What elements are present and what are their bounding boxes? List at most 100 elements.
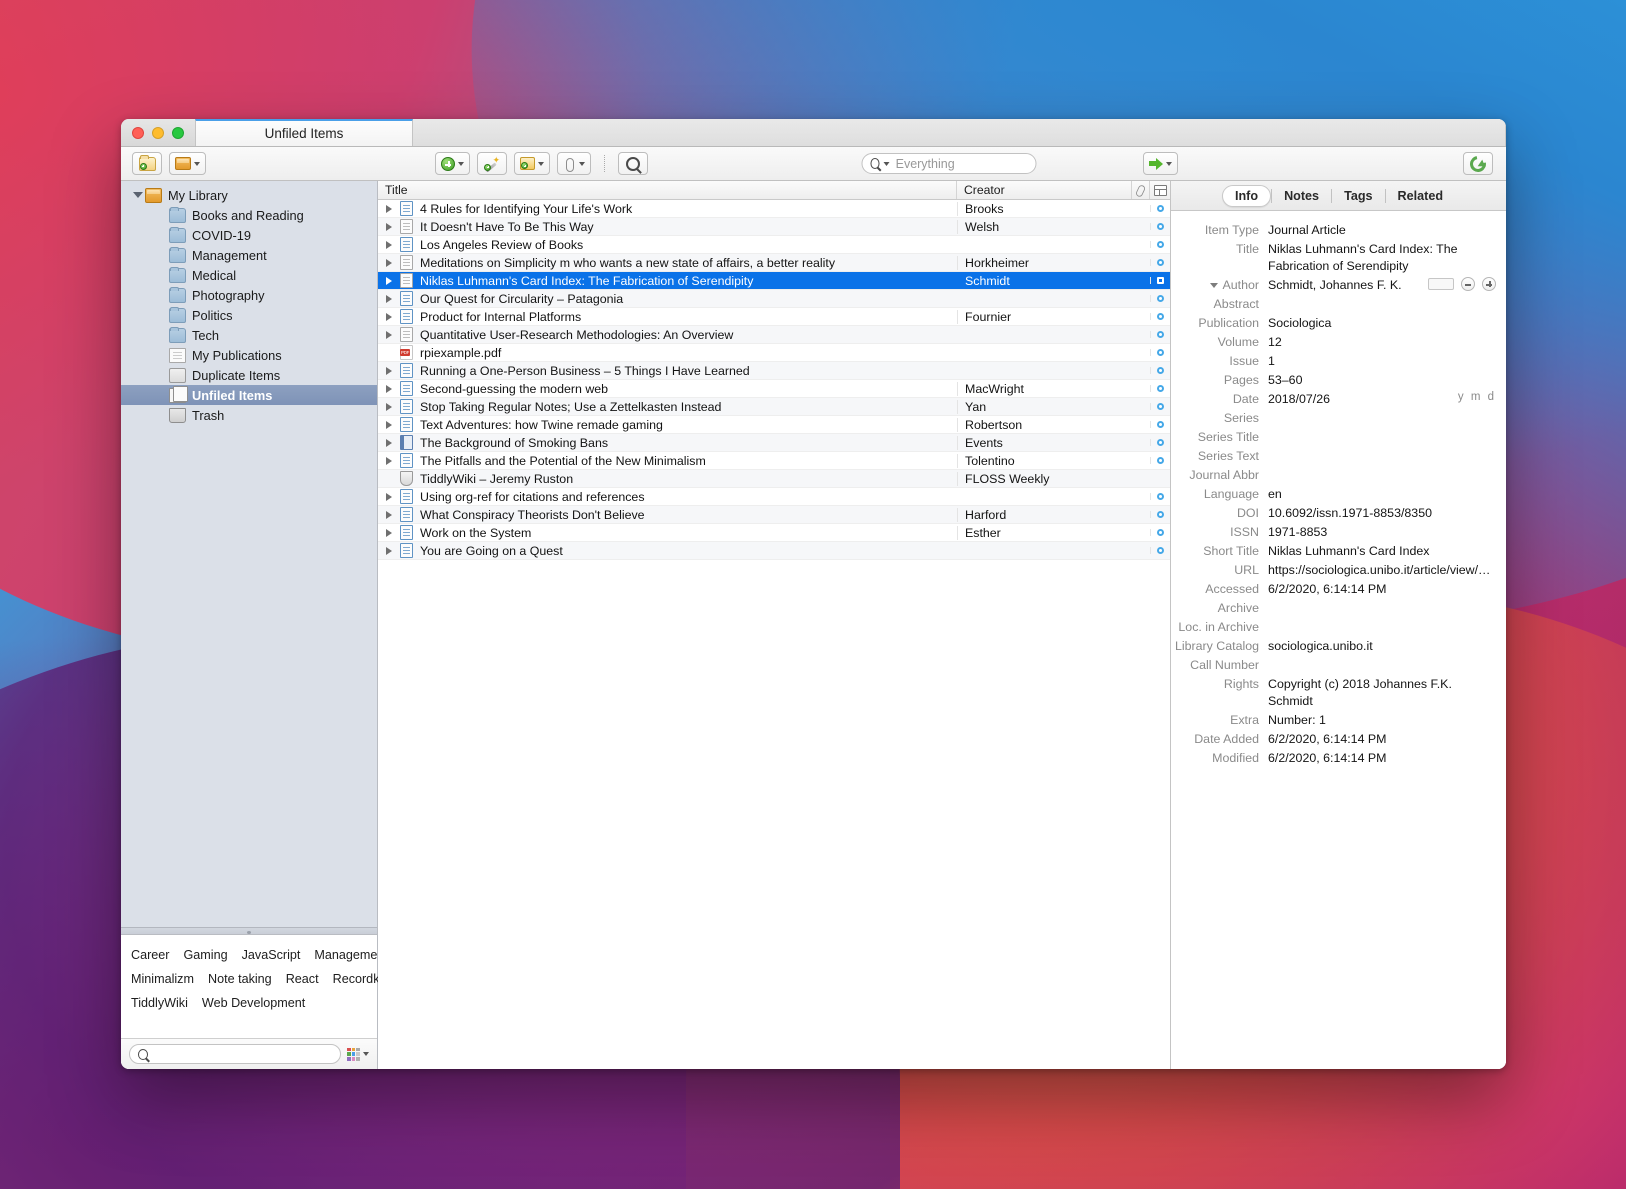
tag-item[interactable]: Management xyxy=(314,948,388,962)
tag-item[interactable]: React xyxy=(286,972,319,986)
table-row[interactable]: Meditations on Simplicity m who wants a … xyxy=(378,254,1170,272)
tag-item[interactable]: Note taking xyxy=(208,972,272,986)
info-field-label[interactable]: Author xyxy=(1171,277,1268,294)
row-disclosure-triangle-icon[interactable] xyxy=(378,240,400,249)
row-disclosure-triangle-icon[interactable] xyxy=(378,420,400,429)
table-row[interactable]: Running a One-Person Business – 5 Things… xyxy=(378,362,1170,380)
table-row[interactable]: Quantitative User-Research Methodologies… xyxy=(378,326,1170,344)
sidebar-item-my-publications[interactable]: My Publications xyxy=(121,345,377,365)
sidebar-item-covid-19[interactable]: COVID-19 xyxy=(121,225,377,245)
row-disclosure-triangle-icon[interactable] xyxy=(378,276,400,285)
search-input[interactable] xyxy=(893,155,1027,172)
tag-selector-splitter[interactable] xyxy=(121,927,377,935)
info-field-value[interactable]: Copyright (c) 2018 Johannes F.K. Schmidt xyxy=(1268,676,1496,710)
sidebar-item-medical[interactable]: Medical xyxy=(121,265,377,285)
quick-search-box[interactable] xyxy=(861,153,1036,174)
row-disclosure-triangle-icon[interactable] xyxy=(378,312,400,321)
row-disclosure-triangle-icon[interactable] xyxy=(378,528,400,537)
table-row[interactable]: rpiexample.pdf xyxy=(378,344,1170,362)
info-field-value[interactable]: en xyxy=(1268,486,1496,503)
info-field-value[interactable]: 53–60 xyxy=(1268,372,1496,389)
table-row[interactable]: 4 Rules for Identifying Your Life's Work… xyxy=(378,200,1170,218)
info-field-value[interactable]: Sociologica xyxy=(1268,315,1496,332)
row-disclosure-triangle-icon[interactable] xyxy=(378,546,400,555)
add-by-identifier-button[interactable]: ✦ xyxy=(477,152,507,175)
sidebar-item-trash[interactable]: Trash xyxy=(121,405,377,425)
info-field-value[interactable]: Schmidt, Johannes F. K. xyxy=(1268,277,1420,294)
zoom-button-icon[interactable] xyxy=(172,126,184,139)
sidebar-item-my-library[interactable]: My Library xyxy=(121,185,377,205)
row-disclosure-triangle-icon[interactable] xyxy=(378,492,400,501)
disclosure-triangle-icon[interactable] xyxy=(131,192,145,198)
close-button-icon[interactable] xyxy=(132,126,144,139)
info-field-value[interactable]: 10.6092/issn.1971-8853/8350 xyxy=(1268,505,1496,522)
row-disclosure-triangle-icon[interactable] xyxy=(378,438,400,447)
tab-related[interactable]: Related xyxy=(1386,186,1456,206)
table-row[interactable]: Second-guessing the modern web MacWright xyxy=(378,380,1170,398)
info-field-value[interactable]: Journal Article xyxy=(1268,222,1496,239)
info-field-value[interactable]: 6/2/2020, 6:14:14 PM xyxy=(1268,731,1496,748)
remove-creator-button[interactable] xyxy=(1461,277,1475,291)
sidebar-item-photography[interactable]: Photography xyxy=(121,285,377,305)
tag-item[interactable]: TiddlyWiki xyxy=(131,996,188,1010)
tag-search-box[interactable] xyxy=(129,1044,341,1064)
add-creator-button[interactable] xyxy=(1482,277,1496,291)
row-disclosure-triangle-icon[interactable] xyxy=(378,384,400,393)
table-row[interactable]: You are Going on a Quest xyxy=(378,542,1170,560)
info-field-value[interactable]: https://sociologica.unibo.it/article/vie… xyxy=(1268,562,1496,579)
sidebar-item-duplicate-items[interactable]: Duplicate Items xyxy=(121,365,377,385)
tab-tags[interactable]: Tags xyxy=(1332,186,1384,206)
minimize-button-icon[interactable] xyxy=(152,126,164,139)
info-field-value[interactable]: 12 xyxy=(1268,334,1496,351)
row-disclosure-triangle-icon[interactable] xyxy=(378,366,400,375)
info-field-value[interactable]: 6/2/2020, 6:14:14 PM xyxy=(1268,581,1496,598)
row-disclosure-triangle-icon[interactable] xyxy=(378,402,400,411)
sidebar-item-books-and-reading[interactable]: Books and Reading xyxy=(121,205,377,225)
row-disclosure-triangle-icon[interactable] xyxy=(378,330,400,339)
row-disclosure-triangle-icon[interactable] xyxy=(378,258,400,267)
row-disclosure-triangle-icon[interactable] xyxy=(378,456,400,465)
new-note-button[interactable] xyxy=(514,152,550,175)
table-row[interactable]: TiddlyWiki – Jeremy Ruston FLOSS Weekly xyxy=(378,470,1170,488)
tab-notes[interactable]: Notes xyxy=(1272,186,1331,206)
tag-item[interactable]: Web Development xyxy=(202,996,305,1010)
column-header-creator[interactable]: Creator xyxy=(957,181,1132,199)
table-row[interactable]: Stop Taking Regular Notes; Use a Zettelk… xyxy=(378,398,1170,416)
tag-item[interactable]: JavaScript xyxy=(242,948,301,962)
info-field-value[interactable]: 1 xyxy=(1268,353,1496,370)
table-row[interactable]: Product for Internal Platforms Fournier xyxy=(378,308,1170,326)
info-field-value[interactable]: Niklas Luhmann's Card Index xyxy=(1268,543,1496,560)
table-row[interactable]: What Conspiracy Theorists Don't Believe H… xyxy=(378,506,1170,524)
locate-button[interactable] xyxy=(1143,152,1178,175)
tag-item[interactable]: Career xyxy=(131,948,170,962)
table-row[interactable]: Niklas Luhmann's Card Index: The Fabrica… xyxy=(378,272,1170,290)
info-field-value[interactable]: 1971-8853 xyxy=(1268,524,1496,541)
new-library-button[interactable] xyxy=(169,152,206,175)
row-disclosure-triangle-icon[interactable] xyxy=(378,294,400,303)
row-disclosure-triangle-icon[interactable] xyxy=(378,510,400,519)
table-row[interactable]: Los Angeles Review of Books xyxy=(378,236,1170,254)
new-item-button[interactable] xyxy=(435,152,470,175)
sidebar-item-politics[interactable]: Politics xyxy=(121,305,377,325)
table-row[interactable]: The Background of Smoking Bans Events xyxy=(378,434,1170,452)
tag-item[interactable]: Gaming xyxy=(184,948,228,962)
advanced-search-button[interactable] xyxy=(618,152,648,175)
tag-item[interactable]: Minimalizm xyxy=(131,972,194,986)
table-row[interactable]: Our Quest for Circularity – Patagonia xyxy=(378,290,1170,308)
table-row[interactable]: Text Adventures: how Twine remade gaming… xyxy=(378,416,1170,434)
info-field-value[interactable]: Number: 1 xyxy=(1268,712,1496,729)
sidebar-item-management[interactable]: Management xyxy=(121,245,377,265)
tag-search-input[interactable] xyxy=(153,1046,332,1062)
info-field-value[interactable]: 2018/07/26 xyxy=(1268,391,1452,408)
info-field-value[interactable]: Niklas Luhmann's Card Index: The Fabrica… xyxy=(1268,241,1496,275)
row-disclosure-triangle-icon[interactable] xyxy=(378,204,400,213)
table-row[interactable]: Work on the System Esther xyxy=(378,524,1170,542)
column-header-title[interactable]: Title xyxy=(378,181,957,199)
chevron-down-icon[interactable] xyxy=(1210,283,1219,289)
switch-name-mode-button[interactable] xyxy=(1428,278,1454,290)
table-row[interactable]: It Doesn't Have To Be This Way Welsh xyxy=(378,218,1170,236)
chevron-down-icon[interactable] xyxy=(883,161,890,166)
add-attachment-button[interactable] xyxy=(557,152,591,175)
info-field-value[interactable]: 6/2/2020, 6:14:14 PM xyxy=(1268,750,1496,767)
info-field-value[interactable]: sociologica.unibo.it xyxy=(1268,638,1496,655)
